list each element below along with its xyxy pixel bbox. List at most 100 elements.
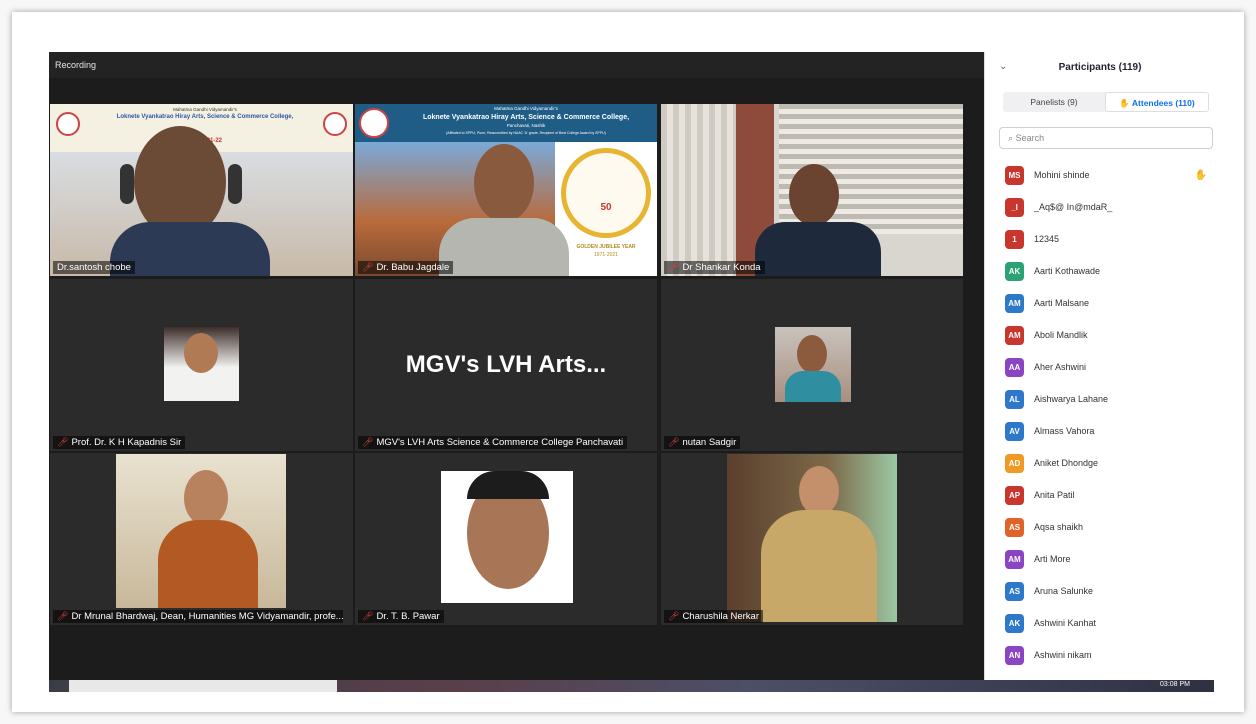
participant-tabs: Panelists (9) ✋ Attendees (110)	[1003, 92, 1209, 112]
tile-name-label: 🎤︎ Charushila Nerkar	[664, 610, 763, 623]
list-item[interactable]: MS Mohini shinde ✋	[1005, 159, 1215, 191]
participant-photo	[775, 327, 851, 402]
avatar: AP	[1005, 485, 1024, 505]
video-tile[interactable]: 🎤︎ Dr Shankar Konda	[661, 104, 963, 276]
video-tile[interactable]: 🎤︎ nutan Sadgir	[661, 279, 963, 451]
avatar: AK	[1005, 261, 1024, 281]
list-item[interactable]: AM Arti More	[1005, 543, 1215, 575]
search-input[interactable]: ⌕ Search	[999, 127, 1213, 149]
participant-name: Ashwini nikam	[1034, 650, 1092, 660]
list-item[interactable]: AL Aishwarya Lahane	[1005, 383, 1215, 415]
college-seal-icon	[323, 112, 347, 136]
participant-name: Aarti Kothawade	[1034, 266, 1101, 276]
muted-mic-icon: 🎤︎	[668, 262, 680, 272]
participant-name: 12345	[1034, 234, 1060, 244]
participants-panel: ⌄ Participants (119) Panelists (9) ✋ Att…	[984, 52, 1214, 680]
list-item[interactable]: AA Aher Ashwini	[1005, 351, 1215, 383]
tile-name-label: 🎤︎ Dr Mrunal Bhardwaj, Dean, Humanities M…	[53, 610, 343, 623]
participant-name: Aruna Salunke	[1034, 586, 1094, 596]
participant-name: Aniket Dhondge	[1034, 458, 1099, 468]
video-tile[interactable]: 🎤︎ Prof. Dr. K H Kapadnis Sir	[50, 279, 353, 451]
participant-name: Ashwini Kanhat	[1034, 618, 1097, 628]
avatar: _I	[1005, 197, 1024, 217]
avatar: AD	[1005, 453, 1024, 473]
participant-name: _Aq$@ In@mdaR_	[1034, 202, 1113, 212]
participant-name: Aqsa shaikh	[1034, 522, 1084, 532]
list-item[interactable]: AK Aarti Kothawade	[1005, 255, 1215, 287]
tab-attendees[interactable]: ✋ Attendees (110)	[1105, 92, 1209, 112]
recording-indicator: Recording	[49, 52, 984, 78]
windows-taskbar: 03:08 PM	[49, 680, 1214, 692]
participant-video	[789, 164, 839, 226]
avatar: AM	[1005, 325, 1024, 345]
list-item[interactable]: 1 12345	[1005, 223, 1215, 255]
participant-name: Anita Patil	[1034, 490, 1075, 500]
muted-mic-icon: 🎤︎	[57, 611, 69, 621]
muted-mic-icon: 🎤︎	[57, 437, 69, 447]
avatar: AS	[1005, 581, 1024, 601]
search-icon: ⌕	[1008, 133, 1014, 143]
list-item[interactable]: _I _Aq$@ In@mdaR_	[1005, 191, 1215, 223]
video-tile-speaker[interactable]: Mahatma Gandhi Vidyamandir's Loknete Vya…	[50, 104, 353, 276]
participant-name: Almass Vahora	[1034, 426, 1095, 436]
list-item[interactable]: AK Ashwini Kanhat	[1005, 607, 1215, 639]
participant-video	[429, 144, 579, 276]
tile-name-label: 🎤︎ Dr. Babu Jagdale	[358, 261, 454, 274]
list-item[interactable]: AV Almass Vahora	[1005, 415, 1215, 447]
list-item[interactable]: AS Aqsa shaikh	[1005, 511, 1215, 543]
avatar: AL	[1005, 389, 1024, 409]
window-blinds	[661, 104, 736, 276]
muted-mic-icon: 🎤︎	[362, 262, 374, 272]
banner-header: Mahatma Gandhi Vidyamandir's Loknete Vya…	[355, 104, 657, 142]
participant-photo	[441, 471, 573, 603]
participant-list: MS Mohini shinde ✋ _I _Aq$@ In@mdaR_ 1 12345 AK…	[1005, 159, 1215, 671]
college-seal-icon	[56, 112, 80, 136]
speaker-video	[50, 126, 353, 276]
tab-panelists[interactable]: Panelists (9)	[1003, 92, 1105, 112]
avatar: 1	[1005, 229, 1024, 249]
zoom-meeting-area: Recording Mahatma Gandhi Vidyamandir's L…	[49, 52, 984, 680]
participant-name: Aher Ashwini	[1034, 362, 1087, 372]
avatar: AM	[1005, 293, 1024, 313]
video-tile[interactable]: 🎤︎ Dr Mrunal Bhardwaj, Dean, Humanities M…	[50, 453, 353, 625]
list-item[interactable]: AM Aboli Mandlik	[1005, 319, 1215, 351]
list-item[interactable]: AD Aniket Dhondge	[1005, 447, 1215, 479]
avatar: MS	[1005, 165, 1024, 185]
avatar: AK	[1005, 613, 1024, 633]
tile-name-label: 🎤︎ MGV's LVH Arts Science & Commerce Coll…	[358, 436, 628, 449]
panel-title: Participants (119)	[1058, 62, 1142, 73]
avatar: AS	[1005, 517, 1024, 537]
taskbar-search-input[interactable]	[69, 680, 337, 692]
tile-name-label: 🎤︎ Dr. T. B. Pawar	[358, 610, 444, 623]
raised-hand-icon: ✋	[1119, 98, 1130, 108]
tile-name-label: 🎤︎ Prof. Dr. K H Kapadnis Sir	[53, 436, 186, 449]
headphones-icon	[120, 164, 134, 204]
muted-mic-icon: 🎤︎	[668, 611, 680, 621]
participant-name: Aishwarya Lahane	[1034, 394, 1109, 404]
video-tile[interactable]: 🎤︎ Charushila Nerkar	[661, 453, 963, 625]
participant-name: Arti More	[1034, 554, 1071, 564]
avatar: AM	[1005, 549, 1024, 569]
participant-name: Aarti Malsane	[1034, 298, 1090, 308]
participant-display-name: MGV's LVH Arts...	[405, 351, 607, 378]
list-item[interactable]: AP Anita Patil	[1005, 479, 1215, 511]
participant-photo	[164, 327, 239, 401]
video-tile[interactable]: Mahatma Gandhi Vidyamandir's Loknete Vya…	[355, 104, 657, 276]
taskbar-clock: 03:08 PM	[1160, 681, 1190, 688]
participant-photo	[727, 454, 897, 622]
muted-mic-icon: 🎤︎	[668, 437, 680, 447]
participant-name: Mohini shinde	[1034, 170, 1090, 180]
list-item[interactable]: AN Ashwini nikam	[1005, 639, 1215, 671]
muted-mic-icon: 🎤︎	[362, 611, 374, 621]
avatar: AV	[1005, 421, 1024, 441]
avatar: AA	[1005, 357, 1024, 377]
list-item[interactable]: AS Aruna Salunke	[1005, 575, 1215, 607]
tile-name-label: 🎤︎ Dr Shankar Konda	[664, 261, 765, 274]
avatar: AN	[1005, 645, 1024, 665]
tile-name-label: Dr.santosh chobe	[53, 261, 135, 274]
video-tile[interactable]: MGV's LVH Arts... 🎤︎ MGV's LVH Arts Scien…	[355, 279, 657, 451]
video-tile[interactable]: 🎤︎ Dr. T. B. Pawar	[355, 453, 657, 625]
participant-photo	[116, 454, 286, 608]
list-item[interactable]: AM Aarti Malsane	[1005, 287, 1215, 319]
headphones-icon	[228, 164, 242, 204]
